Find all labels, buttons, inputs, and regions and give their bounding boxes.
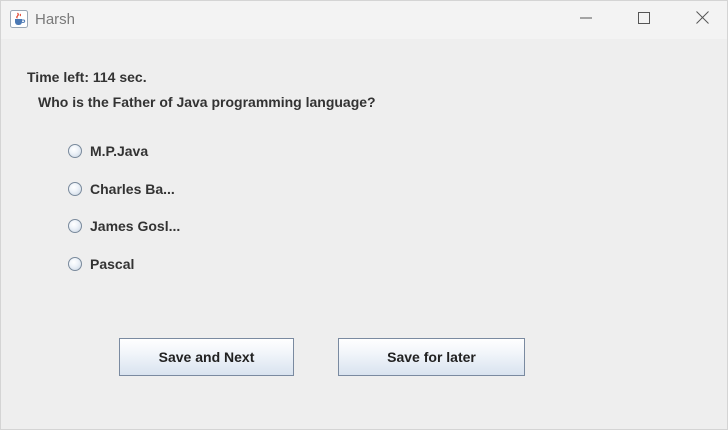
- time-left-label: Time left: 114 sec.: [27, 69, 147, 85]
- option-4[interactable]: Pascal: [67, 254, 134, 274]
- option-3[interactable]: James Gosl...: [67, 216, 180, 236]
- question-text: Who is the Father of Java programming la…: [38, 94, 376, 110]
- option-2-radio[interactable]: [68, 182, 82, 196]
- close-button[interactable]: [673, 1, 728, 39]
- quiz-panel: Time left: 114 sec. Who is the Father of…: [1, 39, 727, 429]
- option-1[interactable]: M.P.Java: [67, 141, 148, 161]
- minimize-button[interactable]: [557, 1, 615, 39]
- save-and-next-button[interactable]: Save and Next: [119, 338, 294, 376]
- quiz-window: Harsh Time left: 114 sec. Who is the Fat…: [0, 0, 728, 430]
- maximize-icon: [638, 11, 650, 29]
- option-4-label[interactable]: Pascal: [90, 256, 134, 272]
- option-1-label[interactable]: M.P.Java: [90, 143, 148, 159]
- title-bar[interactable]: Harsh: [1, 1, 727, 39]
- save-for-later-button[interactable]: Save for later: [338, 338, 525, 376]
- close-icon: [695, 11, 709, 29]
- option-3-radio[interactable]: [68, 219, 82, 233]
- java-cup-icon: [10, 10, 28, 28]
- option-2[interactable]: Charles Ba...: [67, 179, 175, 199]
- option-2-label[interactable]: Charles Ba...: [90, 181, 175, 197]
- option-4-radio[interactable]: [68, 257, 82, 271]
- option-3-label[interactable]: James Gosl...: [90, 218, 180, 234]
- maximize-button[interactable]: [615, 1, 673, 39]
- minimize-icon: [580, 11, 592, 29]
- option-1-radio[interactable]: [68, 144, 82, 158]
- window-title: Harsh: [35, 11, 76, 28]
